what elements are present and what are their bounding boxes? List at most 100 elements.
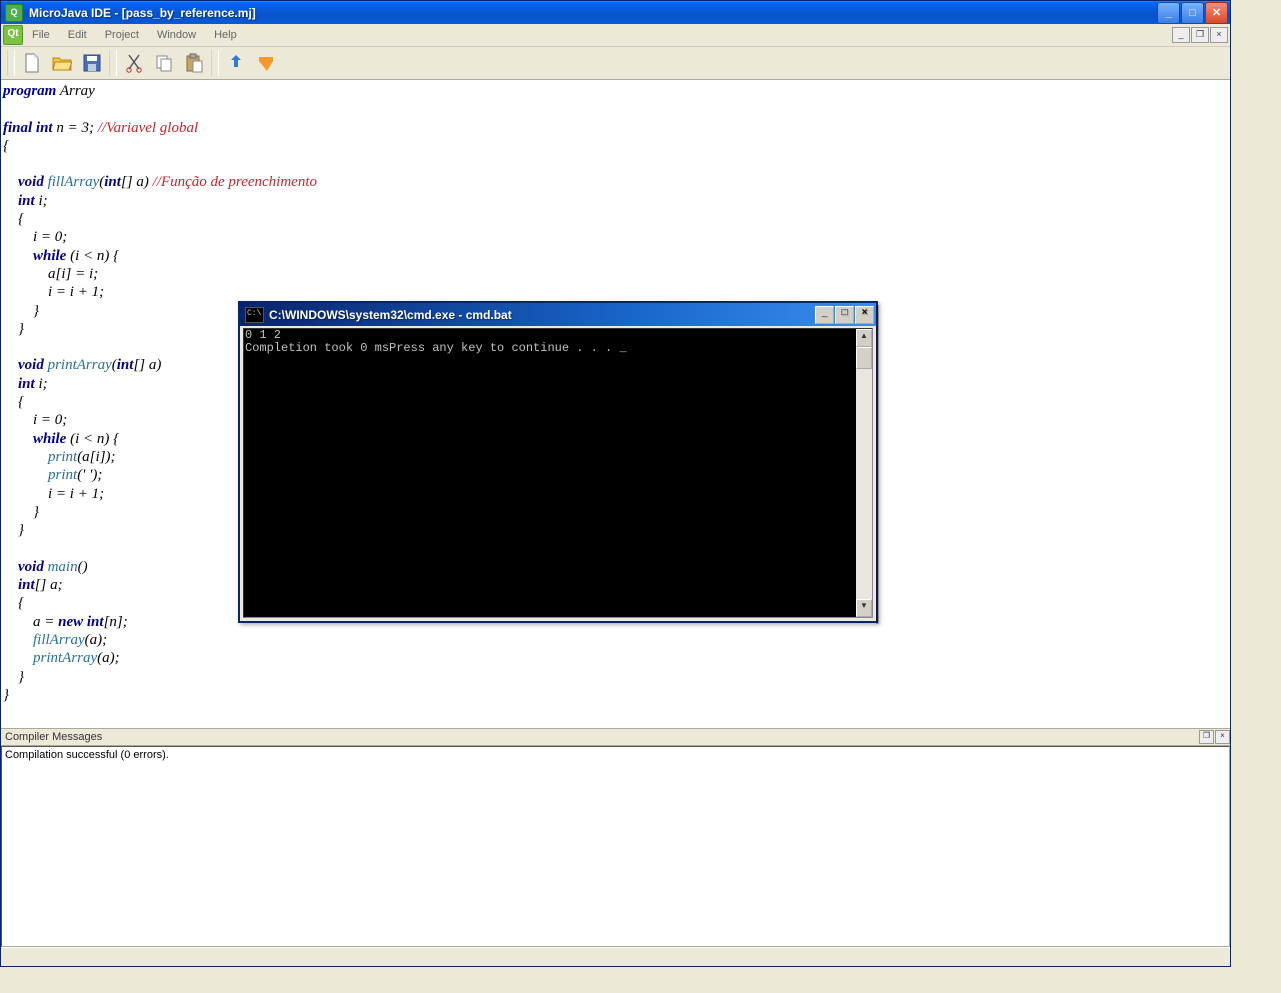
open-file-button[interactable] <box>47 48 77 78</box>
code-token: [n]; <box>104 614 128 630</box>
code-line: } <box>3 321 24 337</box>
compiler-output[interactable]: Compilation successful (0 errors). <box>1 746 1230 947</box>
code-line: i = 0; <box>3 412 67 428</box>
code-token: i; <box>35 193 48 209</box>
code-token <box>3 632 33 648</box>
cmd-window[interactable]: C:\ C:\WINDOWS\system32\cmd.exe - cmd.ba… <box>238 301 878 623</box>
scroll-down-button[interactable]: ▼ <box>856 599 872 617</box>
code-token: //Função de preenchimento <box>153 174 317 190</box>
copy-button[interactable] <box>149 48 179 78</box>
code-token: print <box>48 449 77 465</box>
mdi-restore-button[interactable]: ❐ <box>1191 27 1209 43</box>
code-line: { <box>3 595 24 611</box>
code-token <box>3 357 18 373</box>
code-token <box>3 650 33 666</box>
cmd-close-button[interactable]: × <box>855 306 874 324</box>
code-token: main <box>48 559 78 575</box>
mdi-minimize-button[interactable]: _ <box>1172 27 1190 43</box>
code-line: i = i + 1; <box>3 486 104 502</box>
cut-button[interactable] <box>119 48 149 78</box>
code-token: print <box>48 467 77 483</box>
cmd-body[interactable]: 0 1 2 Completion took 0 msPress any key … <box>243 328 873 618</box>
code-token: int <box>18 193 35 209</box>
panel-dock-button[interactable]: ❐ <box>1199 730 1214 744</box>
code-line: a[i] = i; <box>3 266 98 282</box>
code-token: final int <box>3 120 53 136</box>
mdi-close-button[interactable]: × <box>1210 27 1228 43</box>
code-token <box>3 193 18 209</box>
copy-icon <box>154 53 174 73</box>
code-token: int <box>117 357 134 373</box>
run-button[interactable] <box>221 48 251 78</box>
menu-help[interactable]: Help <box>205 26 246 44</box>
maximize-button[interactable]: □ <box>1181 2 1204 24</box>
code-token: (a); <box>85 632 108 648</box>
code-token: new int <box>58 614 103 630</box>
statusbar <box>1 947 1230 966</box>
run-icon <box>226 53 246 73</box>
code-token: Array <box>56 83 94 99</box>
cmd-maximize-button[interactable]: □ <box>835 306 854 324</box>
cmd-line: 0 1 2 <box>245 328 288 342</box>
cut-icon <box>124 53 144 73</box>
minimize-button[interactable]: _ <box>1157 2 1180 24</box>
menu-file[interactable]: File <box>23 26 59 44</box>
cmd-titlebar[interactable]: C:\ C:\WINDOWS\system32\cmd.exe - cmd.ba… <box>240 303 876 326</box>
code-token: (a[i]); <box>77 449 115 465</box>
scroll-track[interactable] <box>856 369 872 599</box>
new-file-button[interactable] <box>17 48 47 78</box>
code-token: while <box>33 431 66 447</box>
debug-icon <box>256 53 276 73</box>
paste-button[interactable] <box>179 48 209 78</box>
code-token: n = 3; <box>53 120 98 136</box>
code-token: fillArray <box>33 632 85 648</box>
code-token: while <box>33 248 66 264</box>
titlebar[interactable]: Q MicroJava IDE - [pass_by_reference.mj]… <box>1 1 1230 24</box>
code-token: (i < n) { <box>66 248 119 264</box>
code-line: } <box>3 669 24 685</box>
cmd-line: Completion took 0 msPress any key to con… <box>245 341 627 355</box>
code-line: { <box>3 211 24 227</box>
code-line: } <box>3 522 24 538</box>
window-title: MicroJava IDE - [pass_by_reference.mj] <box>27 6 1156 20</box>
code-token: program <box>3 83 56 99</box>
open-file-icon <box>52 53 72 73</box>
code-token: (' '); <box>77 467 102 483</box>
code-token: [] a) <box>133 357 161 373</box>
scroll-thumb[interactable] <box>856 347 872 369</box>
code-token: printArray <box>33 650 97 666</box>
code-token <box>3 376 18 392</box>
code-line: i = 0; <box>3 229 67 245</box>
panel-close-button[interactable]: × <box>1215 730 1230 744</box>
qt-logo-icon: Qt <box>3 25 23 45</box>
menu-project[interactable]: Project <box>96 26 148 44</box>
code-line: } <box>3 504 39 520</box>
save-button[interactable] <box>77 48 107 78</box>
toolbar <box>1 47 1230 80</box>
cmd-output: 0 1 2 Completion took 0 msPress any key … <box>244 329 856 617</box>
code-token <box>3 174 18 190</box>
cmd-scrollbar[interactable]: ▲ ▼ <box>856 329 872 617</box>
debug-button[interactable] <box>251 48 281 78</box>
menu-window[interactable]: Window <box>148 26 205 44</box>
compiler-panel-header[interactable]: Compiler Messages ❐ × <box>1 729 1230 746</box>
code-token: int <box>104 174 121 190</box>
code-token: () <box>78 559 88 575</box>
code-token: void <box>18 559 48 575</box>
scroll-up-button[interactable]: ▲ <box>856 329 872 347</box>
code-token: printArray <box>48 357 112 373</box>
cmd-title: C:\WINDOWS\system32\cmd.exe - cmd.bat <box>269 308 512 322</box>
compiler-panel: Compiler Messages ❐ × Compilation succes… <box>1 728 1230 947</box>
close-button[interactable]: ✕ <box>1205 2 1228 24</box>
code-line: { <box>3 138 9 154</box>
code-token <box>3 431 33 447</box>
code-token: int <box>18 376 35 392</box>
code-token: void <box>18 357 48 373</box>
menu-edit[interactable]: Edit <box>59 26 96 44</box>
code-token <box>3 467 48 483</box>
code-line: } <box>3 687 9 703</box>
compiler-message: Compilation successful (0 errors). <box>5 749 1226 761</box>
code-token: [] a) <box>121 174 153 190</box>
cmd-minimize-button[interactable]: _ <box>815 306 834 324</box>
code-token <box>3 248 33 264</box>
